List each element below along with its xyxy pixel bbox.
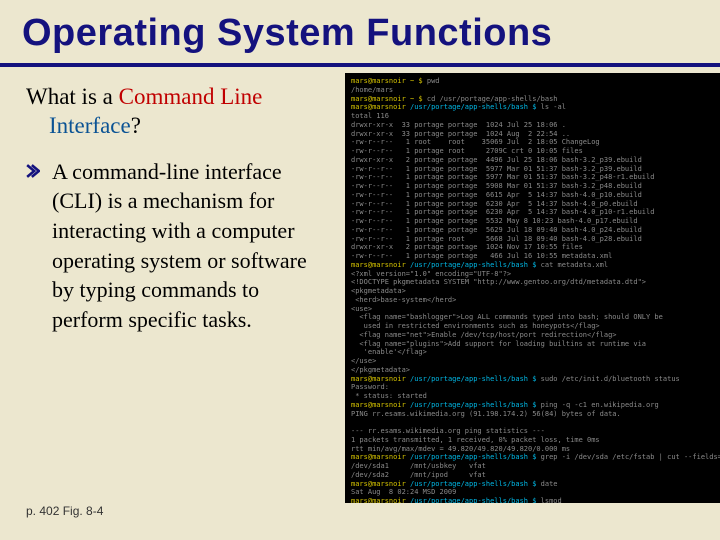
footer-reference: p. 402 Fig. 8-4 xyxy=(26,504,103,518)
term-line: 'enable'</flag> xyxy=(351,348,427,356)
term-line: <herd>base-system</herd> xyxy=(351,296,456,304)
term-line: ls -al xyxy=(536,103,566,111)
term-line: --- rr.esams.wikimedia.org ping statisti… xyxy=(351,427,545,435)
term-line: drwxr-xr-x 2 portage portage 4496 Jul 25… xyxy=(351,156,642,164)
term-line: <!DOCTYPE pkgmetadata SYSTEM "http://www… xyxy=(351,278,646,286)
term-line: mars@marsnoir ~ $ xyxy=(351,77,423,85)
term-line: /usr/portage/app-shells/bash $ xyxy=(406,480,537,488)
term-line: -rw-r--r-- 1 portage portage 6230 Apr 5 … xyxy=(351,200,638,208)
term-line: /dev/sda1 /mnt/usbkey vfat xyxy=(351,462,486,470)
term-line: drwxr-xr-x 33 portage portage 1024 Aug 2… xyxy=(351,130,570,138)
term-line: mars@marsnoir xyxy=(351,453,406,461)
term-line: 1 packets transmitted, 1 received, 0% pa… xyxy=(351,436,600,444)
term-line: </use> xyxy=(351,357,376,365)
term-line: used in restricted environments such as … xyxy=(351,322,600,330)
body-text: A command-line interface (CLI) is a mech… xyxy=(52,157,333,335)
left-column: What is a Command Line Interface? A comm… xyxy=(0,73,345,503)
term-line: -rw-r--r-- 1 portage portage 5908 Mar 01… xyxy=(351,182,642,190)
term-line: mars@marsnoir xyxy=(351,103,406,111)
term-line: PING rr.esams.wikimedia.org (91.198.174.… xyxy=(351,410,621,418)
term-line: mars@marsnoir ~ $ xyxy=(351,95,423,103)
term-line: <?xml version="1.0" encoding="UTF-8"?> xyxy=(351,270,511,278)
term-line: /usr/portage/app-shells/bash $ xyxy=(406,375,537,383)
terminal-screenshot: mars@marsnoir ~ $ pwd /home/mars mars@ma… xyxy=(345,73,720,503)
term-line: -rw-r--r-- 1 portage portage 6615 Apr 5 … xyxy=(351,191,642,199)
term-line: /dev/sda2 /mnt/ipod vfat xyxy=(351,471,486,479)
term-line: drwxr-xr-x 2 portage portage 1024 Nov 17… xyxy=(351,243,583,251)
term-line: </pkgmetadata> xyxy=(351,366,410,374)
term-line: /usr/portage/app-shells/bash $ xyxy=(406,497,537,503)
term-line: total 116 xyxy=(351,112,389,120)
subheading-interface: Interface xyxy=(49,113,131,138)
term-line: /usr/portage/app-shells/bash $ xyxy=(406,453,537,461)
term-line: /home/mars xyxy=(351,86,393,94)
term-line: grep -i /dev/sda /etc/fstab | cut --fiel… xyxy=(536,453,720,461)
term-line: mars@marsnoir xyxy=(351,375,406,383)
term-line: pwd xyxy=(423,77,440,85)
term-line: cat metadata.xml xyxy=(536,261,608,269)
term-line: <flag name="plugins">Add support for loa… xyxy=(351,340,646,348)
term-line: mars@marsnoir xyxy=(351,497,406,503)
term-line: <flag name="net">Enable /dev/tcp/host/po… xyxy=(351,331,617,339)
content-row: What is a Command Line Interface? A comm… xyxy=(0,73,720,503)
subheading-qmark: ? xyxy=(131,113,141,138)
term-line: lsmod xyxy=(536,497,561,503)
term-line: -rw-r--r-- 1 root root 35069 Jul 2 18:05… xyxy=(351,138,600,146)
term-line: mars@marsnoir xyxy=(351,261,406,269)
term-line: /usr/portage/app-shells/bash $ xyxy=(406,401,537,409)
term-line: sudo /etc/init.d/bluetooth status xyxy=(536,375,679,383)
term-line: drwxr-xr-x 33 portage portage 1024 Jul 2… xyxy=(351,121,566,129)
subheading: What is a Command Line Interface? xyxy=(26,83,333,141)
term-line: -rw-r--r-- 1 portage portage 466 Jul 16 … xyxy=(351,252,612,260)
term-line: -rw-r--r-- 1 portage portage 5977 Mar 01… xyxy=(351,165,642,173)
term-line: <use> xyxy=(351,305,372,313)
term-line: -rw-r--r-- 1 portage portage 5629 Jul 18… xyxy=(351,226,642,234)
term-line: date xyxy=(536,480,557,488)
title-divider xyxy=(0,63,720,67)
subheading-pre: What is a xyxy=(26,84,119,109)
term-line: -rw-r--r-- 1 portage root 2709C crt 0 10… xyxy=(351,147,583,155)
term-line: -rw-r--r-- 1 portage portage 5977 Mar 01… xyxy=(351,173,654,181)
term-line: <flag name="bashlogger">Log ALL commands… xyxy=(351,313,663,321)
term-line: cd /usr/portage/app-shells/bash xyxy=(423,95,558,103)
term-line: /usr/portage/app-shells/bash $ xyxy=(406,261,537,269)
term-line: -rw-r--r-- 1 portage root 5668 Jul 18 09… xyxy=(351,235,642,243)
term-line: <pkgmetadata> xyxy=(351,287,406,295)
slide-title: Operating System Functions xyxy=(0,0,720,63)
term-line: -rw-r--r-- 1 portage portage 5532 May 8 … xyxy=(351,217,638,225)
term-line: rtt min/avg/max/mdev = 49.820/49.820/49.… xyxy=(351,445,570,453)
term-line: Sat Aug 8 02:24 MSD 2009 xyxy=(351,488,456,496)
term-line: -rw-r--r-- 1 portage portage 6230 Apr 5 … xyxy=(351,208,654,216)
chevron-right-icon xyxy=(26,157,42,335)
term-line: ping -q -c1 en.wikipedia.org xyxy=(536,401,658,409)
bullet-item: A command-line interface (CLI) is a mech… xyxy=(26,157,333,335)
term-line: mars@marsnoir xyxy=(351,401,406,409)
term-line: mars@marsnoir xyxy=(351,480,406,488)
subheading-command-line: Command Line xyxy=(119,84,263,109)
term-line: * status: started xyxy=(351,392,427,400)
term-line: Password: xyxy=(351,383,389,391)
term-line: /usr/portage/app-shells/bash $ xyxy=(406,103,537,111)
